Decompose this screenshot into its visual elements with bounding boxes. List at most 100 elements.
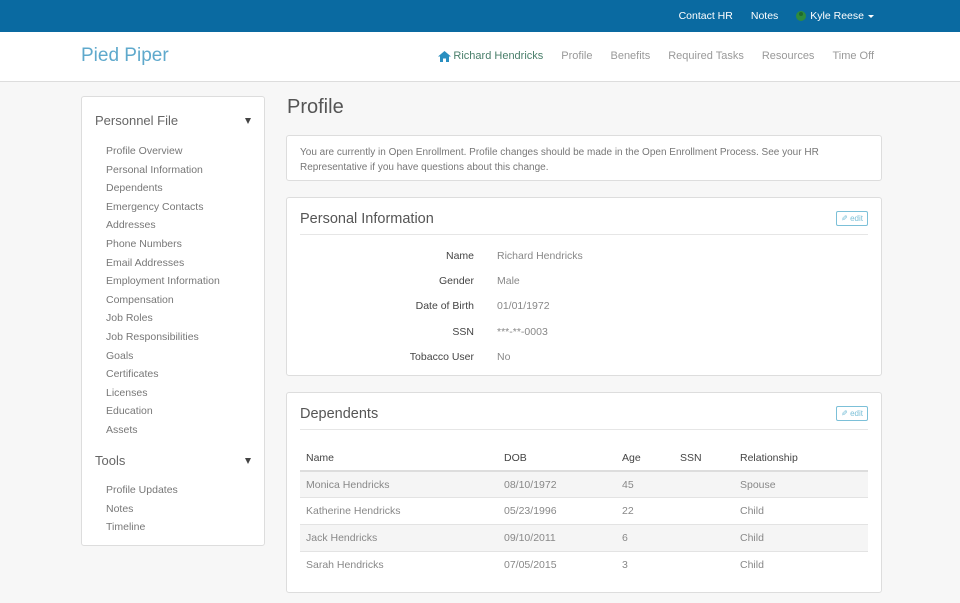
nav-time-off[interactable]: Time Off [832,50,874,62]
sidebar-item-education[interactable]: Education [106,402,220,421]
sidebar-item-job-responsibilities[interactable]: Job Responsibilities [106,328,220,347]
table-row: Monica Hendricks 08/10/1972 45 Spouse [300,471,868,499]
sidebar-item-personal-information[interactable]: Personal Information [106,161,220,180]
field-row-gender: Gender Male [287,275,881,291]
field-label: SSN [452,326,474,338]
user-name: Kyle Reese [810,10,864,22]
header: Pied Piper Richard Hendricks Profile Ben… [0,32,960,82]
sidebar-section-title: Tools [95,453,126,468]
notice-text: You are currently in Open Enrollment. Pr… [300,147,819,173]
personal-information-panel: Personal Information ✎ edit Name Richard … [286,197,882,376]
panel-header: Personal Information ✎ edit [300,198,868,235]
cell-age: 6 [616,524,674,552]
sidebar-item-addresses[interactable]: Addresses [106,216,220,235]
field-label: Tobacco User [409,351,474,363]
field-row-name: Name Richard Hendricks [287,250,881,266]
cell-name: Sarah Hendricks [306,558,384,571]
sidebar-item-profile-overview[interactable]: Profile Overview [106,142,220,161]
table-row: Katherine Hendricks 05/23/1996 22 Child [300,497,868,525]
sidebar-item-email-addresses[interactable]: Email Addresses [106,254,220,273]
column-header-age[interactable]: Age [616,446,674,472]
cell-ssn [674,524,734,552]
sidebar-item-emergency-contacts[interactable]: Emergency Contacts [106,198,220,217]
cell-name: Katherine Hendricks [300,497,498,525]
cell-ssn [674,551,734,578]
cell-relationship: Child [734,524,868,552]
sidebar-item-profile-updates[interactable]: Profile Updates [106,481,178,500]
sidebar-item-timeline[interactable]: Timeline [106,518,178,537]
dependents-table: Name DOB Age SSN Relationship Monica Hendric… [300,446,868,578]
sidebar-item-certificates[interactable]: Certificates [106,365,220,384]
field-row-ssn: SSN ***-**-0003 [287,326,881,342]
field-value: No [497,351,511,363]
column-header-name[interactable]: Name [300,446,498,472]
page-title: Profile [287,96,344,118]
field-label: Gender [438,275,474,287]
caret-down-icon [868,14,874,18]
panel-title: Dependents [300,406,379,422]
sidebar-section-personnel-file[interactable]: Personnel File [95,113,251,128]
field-row-date-of-birth: Date of Birth 01/01/1972 [287,300,881,316]
contact-hr-link[interactable]: Contact HR [679,10,733,22]
column-header-relationship[interactable]: Relationship [734,446,868,472]
field-value: Male [497,275,520,287]
cell-relationship: Child [740,558,764,571]
cell-dob: 08/10/1972 [498,471,616,499]
sidebar-item-phone-numbers[interactable]: Phone Numbers [106,235,220,254]
cell-age: 45 [616,471,674,499]
sidebar-tools-list: Profile Updates Notes Timeline [106,481,178,537]
panel-title: Personal Information [300,211,434,227]
cell-relationship: Spouse [734,471,868,499]
sidebar-item-licenses[interactable]: Licenses [106,384,220,403]
sidebar-personnel-list: Profile Overview Personal Information Depe… [106,142,220,440]
nav-required-tasks[interactable]: Required Tasks [668,50,744,62]
nav-resources[interactable]: Resources [762,50,815,62]
sidebar-item-employment-information[interactable]: Employment Information [106,272,220,291]
cell-dob: 09/10/2011 [498,524,616,552]
nav-home-label: Richard Hendricks [453,50,544,62]
pencil-icon: ✎ [841,214,849,223]
field-label: Date of Birth [415,300,474,312]
triangle-down-icon [245,457,251,464]
edit-dependents-button[interactable]: ✎ edit [836,406,868,421]
sidebar: Personnel File Profile Overview Personal … [81,96,265,546]
field-value: Richard Hendricks [497,250,583,262]
table-header-row: Name DOB Age SSN Relationship [300,446,868,472]
column-header-dob[interactable]: DOB [498,446,616,472]
edit-label: edit [850,409,863,418]
sidebar-item-goals[interactable]: Goals [106,347,220,366]
top-bar: Contact HR Notes Kyle Reese [0,0,960,32]
nav-profile[interactable]: Profile [561,50,592,62]
field-label: Name [445,250,474,262]
main-nav: Richard Hendricks Profile Benefits Requi… [438,50,874,62]
sidebar-section-tools[interactable]: Tools [95,453,251,468]
user-avatar-icon [796,11,807,21]
sidebar-item-dependents[interactable]: Dependents [106,179,220,198]
brand-logo[interactable]: Pied Piper [81,45,169,67]
nav-benefits[interactable]: Benefits [610,50,650,62]
home-icon [438,50,452,62]
field-row-tobacco-user: Tobacco User No [287,351,881,367]
edit-label: edit [850,214,863,223]
cell-relationship: Child [734,497,868,525]
edit-personal-info-button[interactable]: ✎ edit [836,211,868,226]
sidebar-item-job-roles[interactable]: Job Roles [106,309,220,328]
nav-home[interactable]: Richard Hendricks [438,50,543,62]
panel-header: Dependents ✎ edit [300,393,868,430]
user-menu[interactable]: Kyle Reese [796,10,874,22]
sidebar-item-compensation[interactable]: Compensation [106,291,220,310]
cell-ssn [674,471,734,499]
cell-dob: 05/23/1996 [498,497,616,525]
table-row: Jack Hendricks 09/10/2011 6 Child [300,524,868,552]
notes-link[interactable]: Notes [751,10,778,22]
cell-age: 3 [622,558,628,571]
field-value: ***-**-0003 [497,326,548,338]
triangle-down-icon [245,117,251,124]
cell-age: 22 [616,497,674,525]
sidebar-item-assets[interactable]: Assets [106,421,220,440]
dependents-panel: Dependents ✎ edit Name DOB Age SSN Relations… [286,392,882,593]
column-header-ssn[interactable]: SSN [674,446,734,472]
field-value: 01/01/1972 [497,300,550,312]
sidebar-item-notes[interactable]: Notes [106,500,178,519]
cell-name: Jack Hendricks [300,524,498,552]
